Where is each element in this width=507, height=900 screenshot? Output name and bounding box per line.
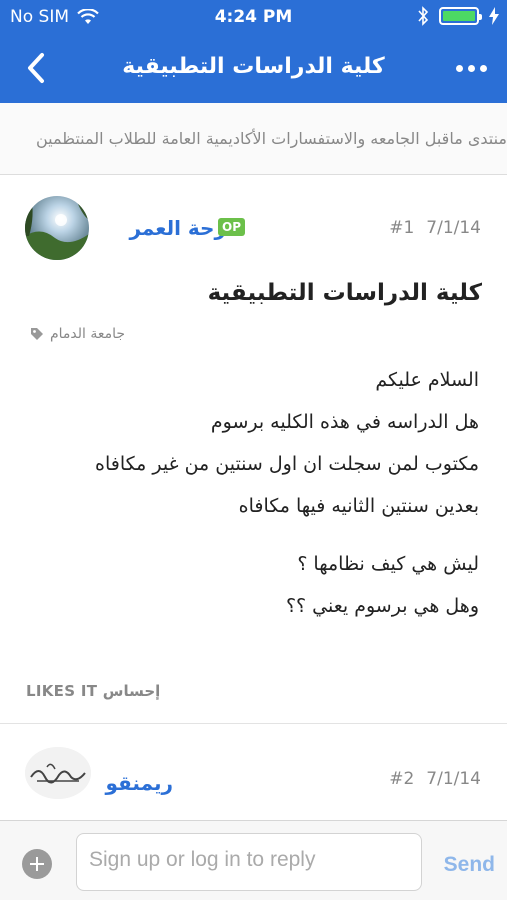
add-attachment-button[interactable]: [22, 849, 52, 879]
post-item: فرحة العمر OP #1 7/1/14 كلية الدراسات ال…: [0, 176, 507, 724]
category-tag[interactable]: جامعة الدمام: [30, 326, 125, 342]
charging-icon: [489, 7, 499, 25]
avatar-image: [25, 747, 91, 799]
post-body: السلام عليكم هل الدراسه في هذه الكليه بر…: [20, 366, 479, 634]
post-date: 7/1/14: [426, 769, 481, 789]
page-title: كلية الدراسات التطبيقية: [122, 54, 385, 79]
post-body-line: ليش هي كيف نظامها ؟: [297, 553, 479, 575]
chevron-left-icon: [28, 53, 44, 83]
reply-bar: Sign up or log in to reply Send: [0, 820, 507, 900]
post-title: كلية الدراسات التطبيقية: [207, 280, 482, 306]
post-author[interactable]: ريمنقو: [105, 771, 173, 795]
status-right: [417, 6, 499, 26]
bluetooth-icon: [418, 6, 429, 26]
breadcrumb-bar: منتدى ماقبل الجامعه والاستفسارات الأكادي…: [0, 103, 507, 175]
send-button[interactable]: Send: [444, 853, 495, 877]
battery-fill: [443, 11, 475, 21]
battery-icon: [439, 7, 482, 25]
tag-icon: [31, 328, 43, 340]
op-badge: OP: [218, 218, 245, 236]
more-dot-icon: [479, 64, 487, 72]
status-bar: No SIM 4:24 PM: [0, 0, 507, 34]
post-body-line: وهل هي برسوم يعني ؟؟: [285, 595, 479, 617]
post-date: 7/1/14: [426, 218, 481, 238]
avatar-image: [25, 196, 89, 260]
post-number[interactable]: #2: [389, 769, 414, 789]
post-body-line: مكتوب لمن سجلت ان اول سنتين من غير مكافا…: [95, 453, 479, 475]
post-number[interactable]: #1: [389, 218, 414, 238]
nav-bar: كلية الدراسات التطبيقية: [0, 34, 507, 103]
avatar[interactable]: [25, 196, 89, 260]
more-button[interactable]: [449, 50, 493, 86]
post-body-line: هل الدراسه في هذه الكليه برسوم: [210, 411, 479, 433]
likes-label[interactable]: LIKES IT إحساس: [26, 682, 160, 700]
post-item: ريمنقو #2 7/1/14: [0, 725, 507, 820]
more-dot-icon: [455, 64, 463, 72]
post-body-line: بعدين سنتين الثانيه فيها مكافاه: [238, 495, 479, 517]
back-button[interactable]: [16, 48, 56, 88]
avatar[interactable]: [25, 747, 91, 799]
post-meta: #1 7/1/14: [389, 218, 481, 238]
top-bar: No SIM 4:24 PM كلية الدراسات التطبيقية: [0, 0, 507, 103]
more-dot-icon: [467, 64, 475, 72]
breadcrumb[interactable]: منتدى ماقبل الجامعه والاستفسارات الأكادي…: [36, 129, 507, 148]
post-body-line: السلام عليكم: [375, 369, 479, 391]
reply-input[interactable]: Sign up or log in to reply: [76, 833, 422, 891]
category-label: جامعة الدمام: [50, 326, 126, 342]
post-meta: #2 7/1/14: [389, 769, 481, 789]
